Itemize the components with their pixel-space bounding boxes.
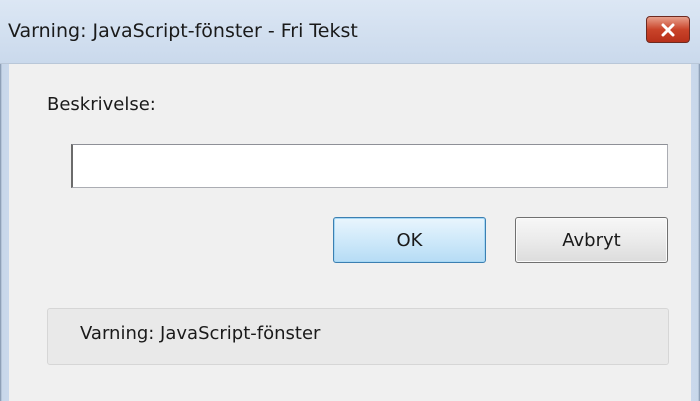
status-text: Varning: JavaScript-fönster [80,323,321,344]
close-button[interactable] [646,16,690,43]
description-label: Beskrivelse: [47,94,156,115]
dialog-window: Varning: JavaScript-fönster - Fri Tekst … [0,0,700,401]
dialog-body: Beskrivelse: OK Avbryt Varning: JavaScri… [9,64,691,401]
ok-button[interactable]: OK [333,217,486,263]
close-icon [661,23,675,36]
window-frame-left [0,64,9,401]
cancel-button[interactable]: Avbryt [515,217,668,263]
window-frame-right [691,64,700,401]
title-bar[interactable]: Varning: JavaScript-fönster - Fri Tekst [0,0,700,64]
description-input[interactable] [71,144,668,188]
window-title: Varning: JavaScript-fönster - Fri Tekst [8,20,358,42]
status-bar: Varning: JavaScript-fönster [47,308,669,365]
